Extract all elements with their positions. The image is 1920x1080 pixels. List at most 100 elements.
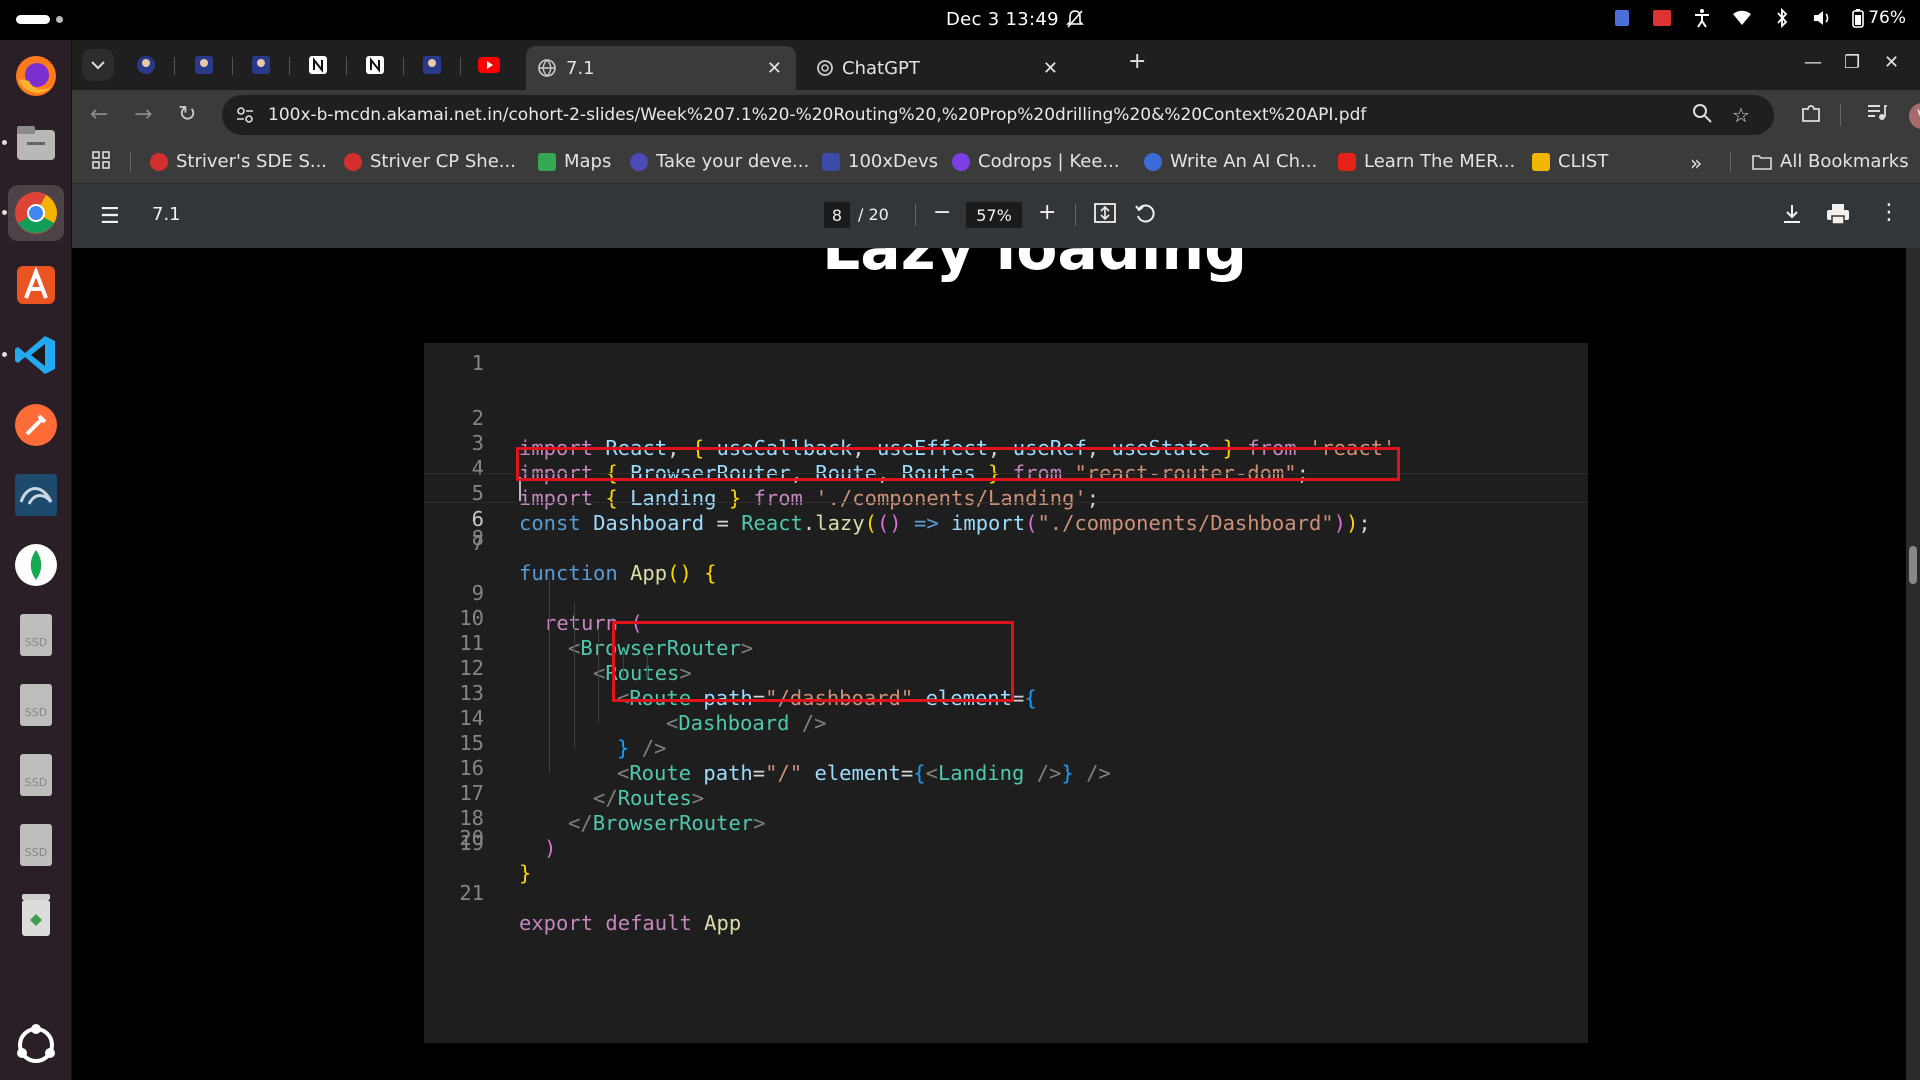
bookmark-label: Write An AI Ch... [1170,151,1318,172]
pdf-viewer[interactable]: Lazy loading 1 2 import React, { useCall… [72,248,1920,1080]
bookmark-item[interactable]: 100xDevs [822,151,938,172]
dock-chrome[interactable] [8,185,64,241]
tab-pdf-active[interactable]: 7.1 ✕ [526,46,796,90]
profile-avatar[interactable]: V [1909,103,1920,129]
system-tray[interactable]: 76% [1612,8,1906,28]
menu-icon[interactable]: ☰ [100,204,120,229]
youtube-icon [478,57,500,73]
activities-button[interactable] [16,15,63,24]
screen-share-icon[interactable] [1652,8,1672,28]
bookmark-item[interactable]: CLIST [1532,151,1608,172]
volume-icon[interactable] [1812,8,1832,28]
dock-postman[interactable] [8,397,64,453]
bookmark-star-icon[interactable]: ☆ [1732,103,1750,127]
site-info-icon[interactable] [236,105,254,129]
media-control-icon[interactable] [1866,102,1888,127]
firefox-icon [16,56,56,96]
dock-show-apps[interactable] [8,1017,64,1073]
all-bookmarks-label: All Bookmarks [1780,151,1909,172]
tab-pinned-6[interactable] [418,51,446,79]
bookmark-item[interactable]: Striver's SDE S... [150,151,327,172]
bookmark-item[interactable]: Learn The MER... [1338,151,1515,172]
dock-ssd-3[interactable]: SSD [8,747,64,803]
tab-pinned-2[interactable] [190,51,218,79]
svg-text:SSD: SSD [25,846,47,859]
chrome-icon [15,192,57,234]
bookmark-item[interactable]: Maps [538,151,611,172]
dock-ssd-4[interactable]: SSD [8,817,64,873]
dock-app-center[interactable] [8,257,64,313]
forward-button[interactable]: → [134,102,152,127]
zoom-level-input[interactable]: 57% [966,202,1022,228]
clock[interactable]: Dec 3 13:49 [946,9,1059,30]
print-icon[interactable] [1826,203,1850,231]
close-window-button[interactable]: ✕ [1884,52,1899,73]
maps-favicon-icon [538,152,556,171]
bookmark-item[interactable]: Codrops | Kee... [952,151,1120,172]
battery-indicator[interactable]: 76% [1852,8,1906,28]
bookmarks-divider [1730,152,1731,172]
bluetooth-icon[interactable] [1772,8,1792,28]
ssd-drive-icon: SSD [20,614,52,656]
more-options-icon[interactable]: ⋮ [1878,200,1900,225]
indent-guide [598,628,599,723]
bookmarks-divider [130,152,131,172]
tab-chatgpt[interactable]: ChatGPT ✕ [802,46,1072,90]
dock-vscode[interactable] [8,327,64,383]
bookmark-label: Striver CP She... [370,151,516,172]
back-button[interactable]: ← [90,102,108,127]
restore-button[interactable]: ❐ [1844,52,1860,73]
bluetooth-app-icon[interactable] [1612,8,1632,28]
bookmark-item[interactable]: Take your deve... [630,151,809,172]
zoom-icon[interactable] [1692,103,1712,128]
wifi-icon[interactable] [1732,8,1752,28]
page-number-input[interactable]: 8 [824,202,850,228]
reload-button[interactable]: ↻ [178,102,196,127]
close-tab-icon[interactable]: ✕ [767,58,782,79]
bookmark-label: Codrops | Kee... [978,151,1120,172]
highlight-box-dashboard-route [612,621,1014,702]
dock-ssd-1[interactable]: SSD [8,607,64,663]
bookmark-label: CLIST [1558,151,1609,172]
show-apps-icon [17,1024,55,1063]
dock-ssd-2[interactable]: SSD [8,677,64,733]
download-icon[interactable] [1782,203,1802,231]
address-bar[interactable]: 100x-b-mcdn.akamai.net.in/cohort-2-slide… [222,95,1774,135]
tab-pinned-3[interactable] [247,51,275,79]
workspace-indicator-active [16,15,50,24]
indent-guide [574,603,575,748]
apps-grid-icon[interactable] [92,151,110,169]
dock-firefox[interactable] [8,48,64,104]
fit-to-page-icon[interactable] [1094,203,1116,229]
accessibility-icon[interactable] [1692,8,1712,28]
vscode-icon [15,336,55,374]
zoom-in-button[interactable]: + [1038,200,1056,225]
tab-strip: 7.1 ✕ ChatGPT ✕ + — ❐ ✕ [72,40,1920,90]
bookmark-item[interactable]: Write An AI Ch... [1144,151,1317,172]
tab-pinned-4[interactable] [304,51,332,79]
pdf-scrollbar[interactable] [1906,248,1920,1080]
browser-toolbar: ← → ↻ 100x-b-mcdn.akamai.net.in/cohort-2… [72,90,1920,140]
close-tab-icon[interactable]: ✕ [1043,58,1058,79]
system-top-bar: Dec 3 13:49 76% [0,0,1920,40]
scroll-thumb[interactable] [1909,546,1917,584]
tab-pinned-5[interactable] [361,51,389,79]
dock-files[interactable] [8,115,64,171]
dock-mysql-workbench[interactable] [8,467,64,523]
dock-trash[interactable] [8,887,64,943]
dock-mongodb-compass[interactable] [8,537,64,593]
zoom-out-button[interactable]: − [933,200,951,225]
more-bookmarks-chevron-icon[interactable]: » [1690,151,1702,175]
new-tab-button[interactable]: + [1128,49,1146,74]
minimize-button[interactable]: — [1804,52,1822,73]
all-bookmarks-button[interactable]: All Bookmarks [1752,151,1909,172]
extensions-icon[interactable] [1800,102,1822,129]
tab-search-button[interactable] [82,49,114,81]
tab-pinned-7[interactable] [475,51,503,79]
tab-pinned-1[interactable] [132,51,160,79]
mongodb-compass-icon [15,544,57,586]
rotate-icon[interactable] [1134,203,1156,231]
bookmark-item[interactable]: Striver CP She... [344,151,516,172]
url-text: 100x-b-mcdn.akamai.net.in/cohort-2-slide… [268,105,1367,125]
dev-favicon-icon [630,152,648,171]
